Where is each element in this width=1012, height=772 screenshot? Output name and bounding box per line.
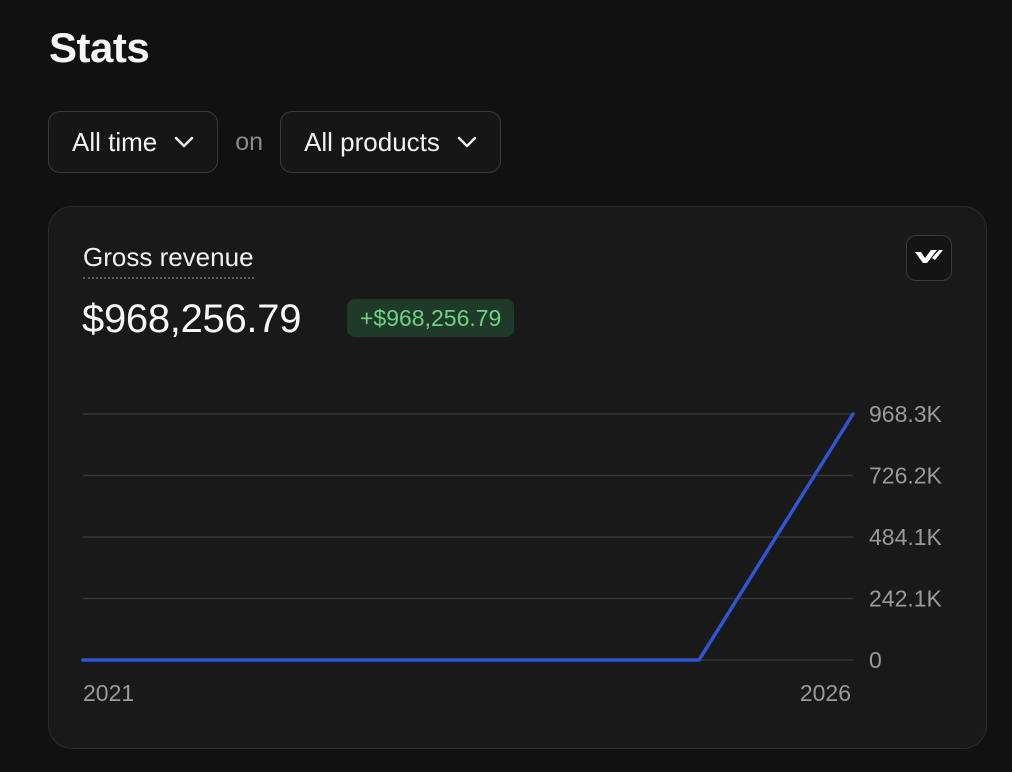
gross-revenue-card: Gross revenue $968,256.79 +$968,256.79 9… <box>48 206 987 749</box>
product-dropdown[interactable]: All products <box>280 111 501 173</box>
y-tick-label: 968.3K <box>869 401 943 427</box>
filter-connector-text: on <box>235 127 264 156</box>
y-tick-label: 484.1K <box>869 524 943 550</box>
time-range-dropdown[interactable]: All time <box>48 111 219 173</box>
x-tick-label: 2026 <box>800 680 851 706</box>
revenue-chart: 968.3K 726.2K 484.1K 242.1K 0 2021 2026 <box>81 401 943 706</box>
chevron-down-icon <box>171 129 197 155</box>
time-range-value: All time <box>72 126 158 157</box>
page-title: Stats <box>49 24 150 71</box>
y-tick-label: 242.1K <box>869 586 943 612</box>
product-value: All products <box>304 126 440 157</box>
chevron-down-icon <box>454 129 480 155</box>
stats-page: Stats All time on All products Gross rev… <box>0 0 1012 772</box>
x-tick-label: 2021 <box>83 680 134 706</box>
y-tick-label: 0 <box>869 647 882 673</box>
y-tick-label: 726.2K <box>869 463 943 489</box>
filters-bar: All time on All products <box>48 110 501 174</box>
